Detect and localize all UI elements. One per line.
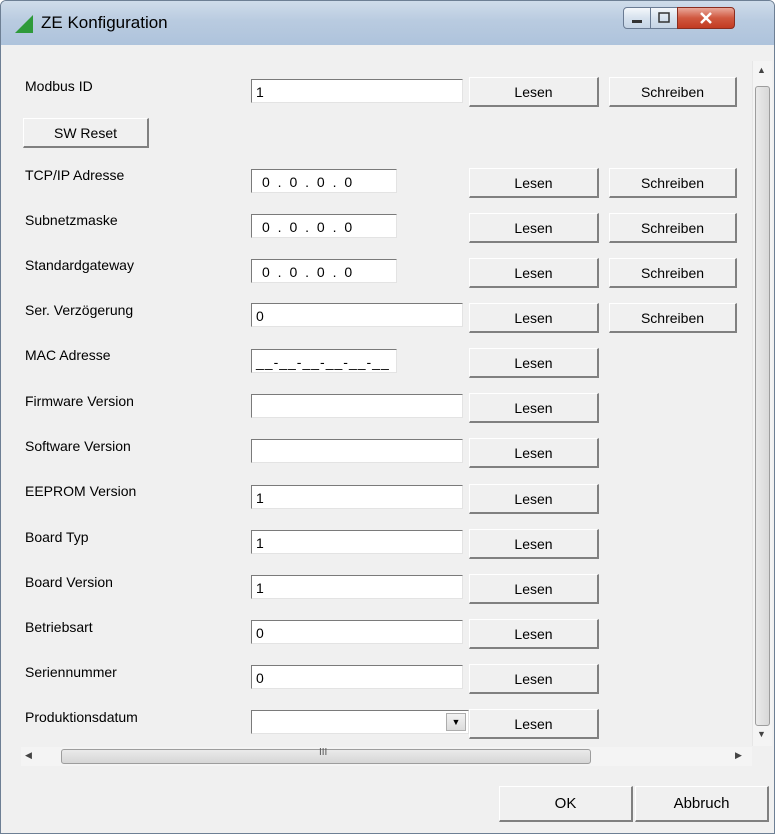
schreiben-button-modbus-id[interactable]: Schreiben xyxy=(609,77,737,107)
serial-number-input[interactable]: 0 xyxy=(251,665,463,689)
lesen-button-serial-number[interactable]: Lesen xyxy=(469,664,599,694)
subnet-mask-input[interactable]: 0 . 0 . 0 . 0 xyxy=(251,214,397,238)
lesen-button-production-date[interactable]: Lesen xyxy=(469,709,599,739)
label-board-type: Board Typ xyxy=(25,529,89,545)
eeprom-version-input[interactable]: 1 xyxy=(251,485,463,509)
lesen-button-board-version[interactable]: Lesen xyxy=(469,574,599,604)
schreiben-button-tcpip[interactable]: Schreiben xyxy=(609,168,737,198)
schreiben-button-subnet[interactable]: Schreiben xyxy=(609,213,737,243)
scroll-right-arrow-icon[interactable]: ▶ xyxy=(735,750,742,761)
lesen-button-operating-mode[interactable]: Lesen xyxy=(469,619,599,649)
scroll-down-arrow-icon[interactable]: ▼ xyxy=(757,729,766,739)
sw-reset-button[interactable]: SW Reset xyxy=(23,118,149,148)
lesen-button-eeprom[interactable]: Lesen xyxy=(469,484,599,514)
minimize-icon xyxy=(632,20,642,23)
label-mac-address: MAC Adresse xyxy=(25,347,111,363)
label-serial-delay: Ser. Verzögerung xyxy=(25,302,134,318)
scroll-grip-icon: III xyxy=(319,747,328,758)
scroll-up-arrow-icon[interactable]: ▲ xyxy=(757,65,766,75)
label-default-gateway: Standardgateway xyxy=(25,257,134,273)
label-modbus-id: Modbus ID xyxy=(25,78,93,94)
lesen-button-tcpip[interactable]: Lesen xyxy=(469,168,599,198)
window-title: ZE Konfiguration xyxy=(41,13,168,32)
close-button[interactable] xyxy=(677,7,735,29)
label-eeprom-version: EEPROM Version xyxy=(25,483,137,499)
maximize-icon xyxy=(658,12,670,23)
lesen-button-modbus-id[interactable]: Lesen xyxy=(469,77,599,107)
label-serial-number: Seriennummer xyxy=(25,664,117,680)
app-triangle-icon xyxy=(15,15,33,33)
lesen-button-gateway[interactable]: Lesen xyxy=(469,258,599,288)
label-production-date: Produktionsdatum xyxy=(25,709,138,725)
lesen-button-mac[interactable]: Lesen xyxy=(469,348,599,378)
minimize-button[interactable] xyxy=(623,7,651,29)
maximize-button[interactable] xyxy=(650,7,678,29)
label-operating-mode: Betriebsart xyxy=(25,619,93,635)
label-software-version: Software Version xyxy=(25,438,131,454)
default-gateway-input[interactable]: 0 . 0 . 0 . 0 xyxy=(251,259,397,283)
ok-button[interactable]: OK xyxy=(499,786,633,822)
board-version-input[interactable]: 1 xyxy=(251,575,463,599)
label-tcpip-address: TCP/IP Adresse xyxy=(25,167,125,183)
config-window: ZE Konfiguration Modbus ID 1 Lesen Schre… xyxy=(0,0,775,834)
modbus-id-input[interactable]: 1 xyxy=(251,79,463,103)
label-subnet-mask: Subnetzmaske xyxy=(25,212,118,228)
lesen-button-serial-delay[interactable]: Lesen xyxy=(469,303,599,333)
lesen-button-board-type[interactable]: Lesen xyxy=(469,529,599,559)
board-type-input[interactable]: 1 xyxy=(251,530,463,554)
production-date-dropdown[interactable]: ▼ xyxy=(251,710,469,734)
title-bar[interactable]: ZE Konfiguration xyxy=(1,1,774,45)
lesen-button-subnet[interactable]: Lesen xyxy=(469,213,599,243)
lesen-button-software[interactable]: Lesen xyxy=(469,438,599,468)
serial-delay-input[interactable]: 0 xyxy=(251,303,463,327)
firmware-version-input[interactable] xyxy=(251,394,463,418)
label-board-version: Board Version xyxy=(25,574,113,590)
close-icon xyxy=(700,12,712,24)
software-version-input[interactable] xyxy=(251,439,463,463)
vertical-scrollbar[interactable]: ▲ ▼ xyxy=(752,61,772,746)
horizontal-scrollbar[interactable]: ◀ III ▶ xyxy=(21,747,752,766)
cancel-button[interactable]: Abbruch xyxy=(635,786,769,822)
lesen-button-firmware[interactable]: Lesen xyxy=(469,393,599,423)
label-firmware-version: Firmware Version xyxy=(25,393,134,409)
dropdown-arrow-icon[interactable]: ▼ xyxy=(446,713,466,731)
mac-address-input[interactable]: __-__-__-__-__-__ xyxy=(251,349,397,373)
schreiben-button-gateway[interactable]: Schreiben xyxy=(609,258,737,288)
scroll-left-arrow-icon[interactable]: ◀ xyxy=(25,750,32,761)
operating-mode-input[interactable]: 0 xyxy=(251,620,463,644)
vertical-scroll-thumb[interactable] xyxy=(755,86,770,726)
schreiben-button-serial-delay[interactable]: Schreiben xyxy=(609,303,737,333)
tcpip-address-input[interactable]: 0 . 0 . 0 . 0 xyxy=(251,169,397,193)
